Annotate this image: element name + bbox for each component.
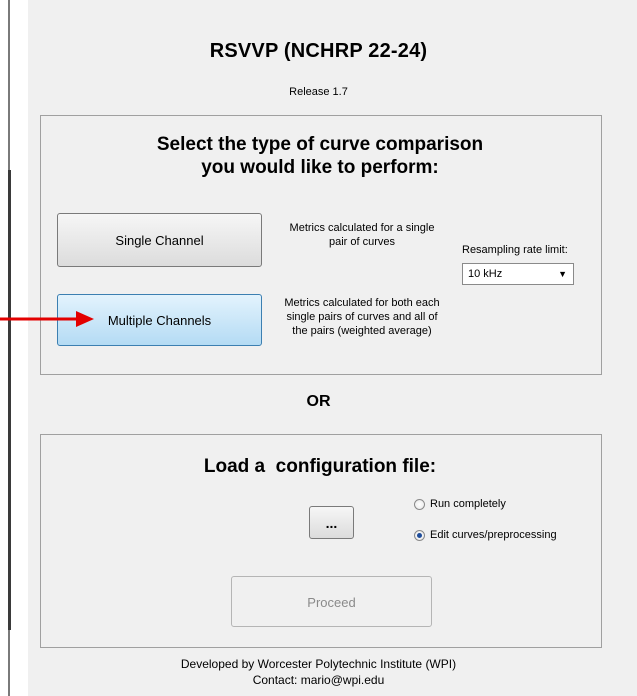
radio-edit-curves-label: Edit curves/preprocessing — [430, 529, 557, 541]
chevron-down-icon[interactable]: ▼ — [558, 264, 567, 284]
browse-config-button[interactable]: ... — [309, 506, 354, 539]
multi-desc-line1: Metrics calculated for both each — [284, 297, 440, 309]
proceed-button[interactable]: Proceed — [231, 576, 432, 627]
multi-desc-line2: single pairs of curves and all of — [286, 311, 438, 323]
left-window-edge — [0, 0, 28, 696]
radio-run-completely-label: Run completely — [430, 498, 506, 510]
or-label: OR — [306, 393, 331, 410]
radio-edit-curves-circle[interactable] — [414, 529, 425, 541]
comparison-heading-line2: you would like to perform: — [201, 157, 439, 178]
footer-developer: Developed by Worcester Polytechnic Insti… — [180, 657, 457, 671]
radio-edit-curves[interactable]: Edit curves/preprocessing — [414, 529, 557, 541]
single-desc-line2: pair of curves — [328, 236, 396, 248]
footer: Developed by Worcester Polytechnic Insti… — [0, 656, 637, 688]
multiple-channels-description: Metrics calculated for both each single … — [268, 296, 456, 338]
comparison-heading-line1: Select the type of curve comparison — [156, 134, 484, 155]
app-title: RSVVP (NCHRP 22-24) — [209, 40, 428, 62]
comparison-heading: Select the type of curve comparison you … — [40, 133, 600, 179]
resampling-rate-select[interactable]: 10 kHz ▼ — [462, 263, 574, 285]
release-label: Release 1.7 — [289, 86, 348, 98]
red-arrow-icon — [0, 311, 94, 327]
resampling-rate-label: Resampling rate limit: — [462, 244, 568, 256]
config-heading: Load a configuration file: — [203, 456, 437, 477]
radio-run-completely-circle[interactable] — [414, 498, 425, 510]
single-desc-line1: Metrics calculated for a single — [289, 222, 435, 234]
multi-desc-line3: the pairs (weighted average) — [292, 325, 432, 337]
footer-contact: Contact: mario@wpi.edu — [252, 673, 385, 687]
single-channel-description: Metrics calculated for a single pair of … — [268, 221, 456, 249]
red-arrow-head — [76, 311, 94, 327]
radio-run-completely[interactable]: Run completely — [414, 498, 506, 510]
resampling-rate-value: 10 kHz — [468, 268, 503, 280]
single-channel-button[interactable]: Single Channel — [57, 213, 262, 267]
